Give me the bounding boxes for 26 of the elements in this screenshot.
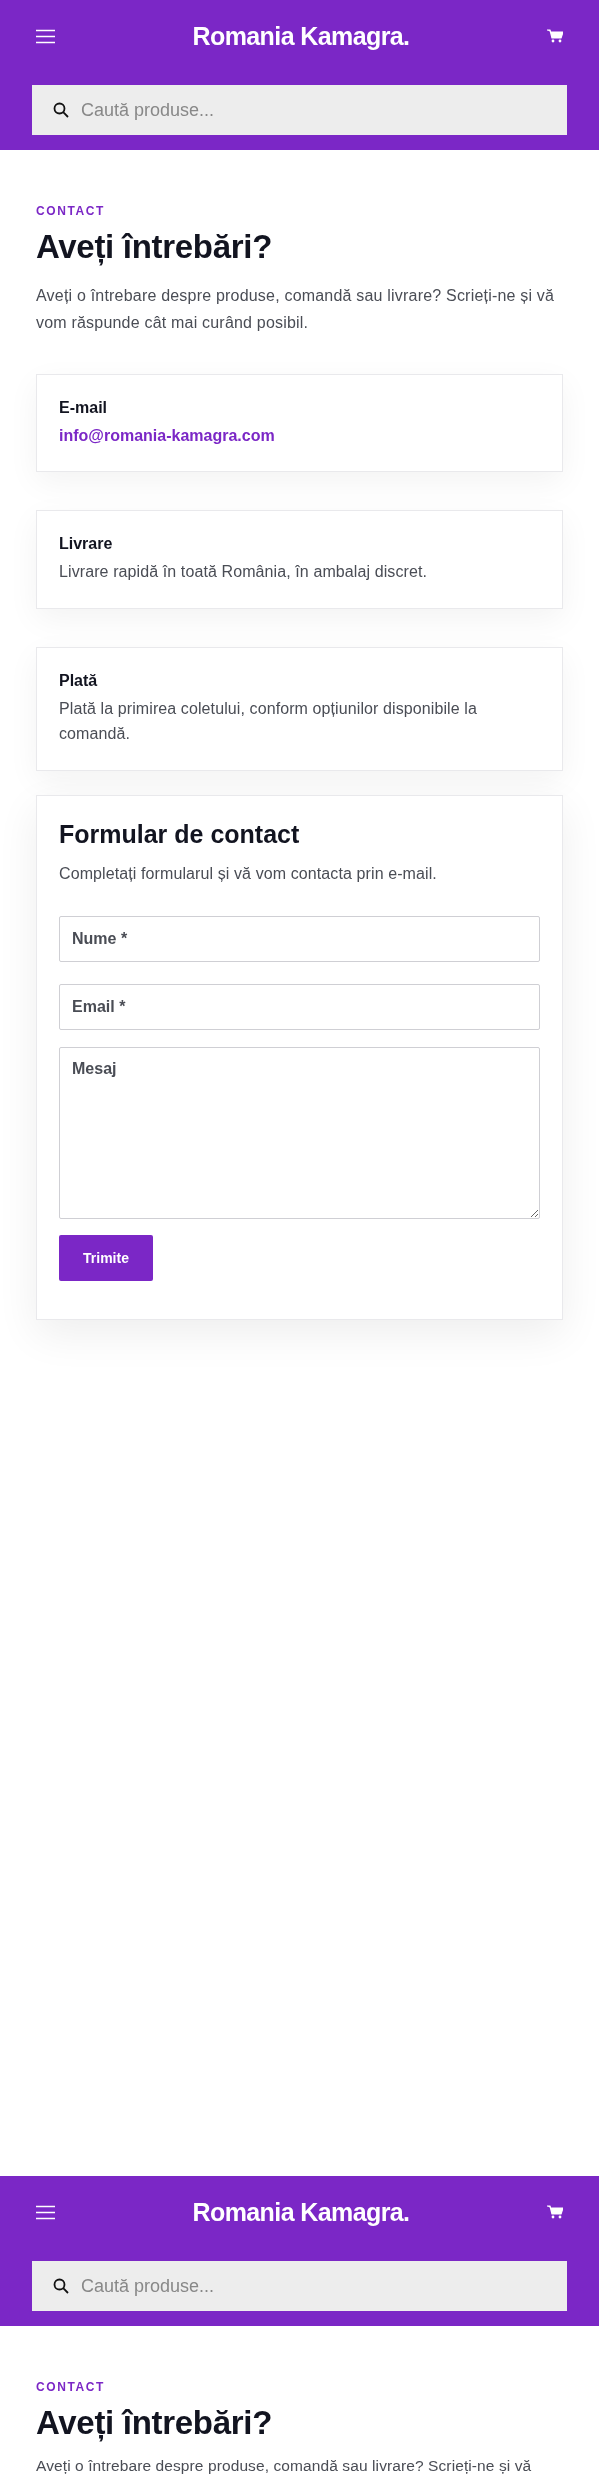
cart-icon[interactable] xyxy=(547,2205,563,2219)
card-text: Plată la primirea coletului, conform opțiunilor disponibile la comandă. xyxy=(59,699,478,744)
card-title: Plată xyxy=(59,671,99,691)
email-link[interactable]: info@romania-kamagra.com xyxy=(59,425,275,447)
menu-icon[interactable] xyxy=(36,2204,55,2220)
site-logo[interactable]: Romania Kamagra. xyxy=(192,21,410,51)
cart-icon[interactable] xyxy=(547,29,563,43)
card-title: E-mail xyxy=(59,398,108,418)
submit-button[interactable]: Trimite xyxy=(59,1235,153,1281)
form-title: Formular de contact xyxy=(59,819,301,850)
site-logo[interactable]: Romania Kamagra. xyxy=(192,2197,410,2227)
input-field[interactable]: Email * xyxy=(59,984,540,1030)
intro-text: Aveți o întrebare despre produse, comandă sau livrare? Scrieți-ne și vă vom răspunde cât mai curând posibil. xyxy=(36,286,556,333)
intro-text: Aveți o întrebare despre produse, comandă sau livrare? Scrieți-ne și vă xyxy=(36,2456,533,2476)
section-label: CONTACT xyxy=(36,2380,106,2394)
page-heading: Aveți întrebări? xyxy=(36,228,274,266)
message-field[interactable]: Mesaj xyxy=(59,1047,540,1219)
search-field[interactable]: Caută produse... xyxy=(32,2261,567,2311)
page-heading: Aveți întrebări? xyxy=(36,2404,274,2442)
input-field[interactable]: Nume * xyxy=(59,916,540,962)
card-title: Livrare xyxy=(59,534,114,554)
form-subtitle: Completați formularul și vă vom contacta prin e-mail. xyxy=(59,864,438,884)
menu-icon[interactable] xyxy=(36,28,55,44)
search-field[interactable]: Caută produse... xyxy=(32,85,567,135)
section-label: CONTACT xyxy=(36,204,106,218)
card-text: Livrare rapidă în toată România, în ambalaj discret. xyxy=(59,562,429,582)
